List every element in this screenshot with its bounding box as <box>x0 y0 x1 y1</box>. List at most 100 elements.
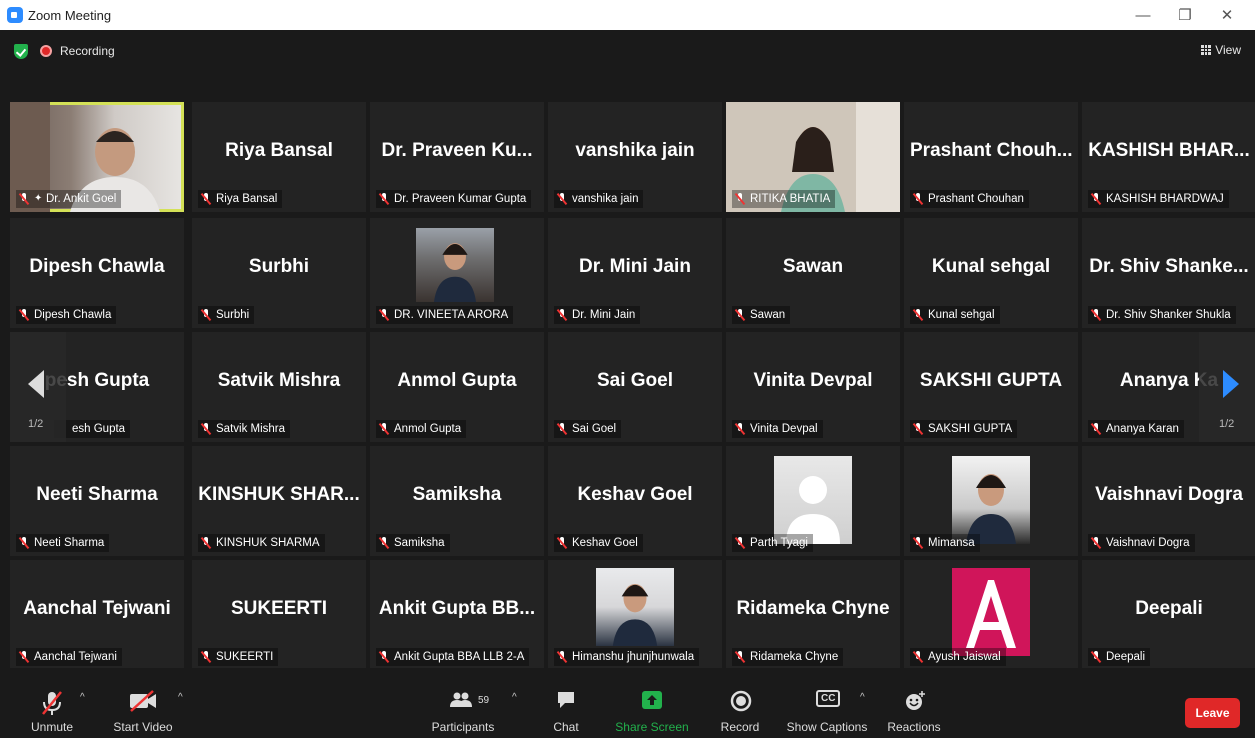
participant-tile[interactable]: Himanshu jhunjhunwala <box>548 560 722 670</box>
participant-tile[interactable]: Aanchal Tejwani Aanchal Tejwani <box>10 560 184 670</box>
participant-name-text: Dr. Mini Jain <box>572 309 636 321</box>
participant-name-text: Parth Tyagi <box>750 537 808 549</box>
participant-name-label: Mimansa <box>910 534 980 552</box>
start-video-button[interactable]: ^ Start Video <box>108 668 183 738</box>
participant-name-text: KASHISH BHARDWAJ <box>1106 193 1224 205</box>
participant-tile[interactable]: Riya Bansal Riya Bansal <box>192 102 366 212</box>
muted-mic-icon <box>378 651 390 663</box>
participant-name-label: Vaishnavi Dogra <box>1088 534 1195 552</box>
participant-display-name: Deepali <box>1135 598 1203 619</box>
window-title: Zoom Meeting <box>28 7 112 23</box>
participant-tile[interactable]: Dipesh Chawla Dipesh Chawla <box>10 218 184 328</box>
show-captions-button[interactable]: CC ^ Show Captions <box>784 668 870 738</box>
close-button[interactable]: ✕ <box>1209 0 1245 30</box>
muted-mic-icon <box>18 309 30 321</box>
participant-tile[interactable]: Mimansa <box>904 446 1078 556</box>
record-button[interactable]: Record <box>718 668 762 738</box>
participant-name-label: Ankit Gupta BBA LLB 2-A <box>376 648 530 666</box>
captions-options-caret-icon[interactable]: ^ <box>860 692 865 703</box>
participant-tile[interactable]: Sai Goel Sai Goel <box>548 332 722 442</box>
muted-mic-icon <box>1090 193 1102 205</box>
participant-tile[interactable]: Parth Tyagi <box>726 446 900 556</box>
participant-tile[interactable]: SUKEERTI SUKEERTI <box>192 560 366 670</box>
share-screen-label: Share Screen <box>615 720 689 734</box>
participant-name-label: DR. VINEETA ARORA <box>376 306 514 324</box>
muted-mic-icon <box>556 651 568 663</box>
video-options-caret-icon[interactable]: ^ <box>178 692 183 703</box>
muted-mic-icon <box>556 193 568 205</box>
muted-mic-icon <box>912 537 924 549</box>
participant-tile[interactable]: Sawan Sawan <box>726 218 900 328</box>
muted-mic-icon <box>200 193 212 205</box>
share-screen-button[interactable]: Share Screen <box>614 668 690 738</box>
view-button[interactable]: View <box>1201 43 1241 57</box>
muted-mic-icon <box>556 309 568 321</box>
participant-tile[interactable]: KINSHUK SHAR... KINSHUK SHARMA <box>192 446 366 556</box>
unmute-button[interactable]: ^ Unmute <box>22 668 85 738</box>
participant-tile[interactable]: Deepali Deepali <box>1082 560 1255 670</box>
security-shield-icon[interactable] <box>14 44 28 59</box>
participants-options-caret-icon[interactable]: ^ <box>512 692 517 703</box>
participant-tile[interactable]: Anmol Gupta Anmol Gupta <box>370 332 544 442</box>
participant-name-label: Aanchal Tejwani <box>16 648 122 666</box>
participant-tile[interactable]: KASHISH BHAR... KASHISH BHARDWAJ <box>1082 102 1255 212</box>
participant-name-label: KASHISH BHARDWAJ <box>1088 190 1229 208</box>
audio-options-caret-icon[interactable]: ^ <box>80 692 85 703</box>
muted-mic-icon <box>556 423 568 435</box>
previous-page-button[interactable]: 1/2 <box>10 332 66 442</box>
participant-name-text: Surbhi <box>216 309 250 321</box>
participant-display-name: Aanchal Tejwani <box>23 598 171 619</box>
participant-tile[interactable]: Vaishnavi Dogra Vaishnavi Dogra <box>1082 446 1255 556</box>
participant-tile[interactable]: Ayush Jaiswal <box>904 560 1078 670</box>
next-page-button[interactable]: 1/2 <box>1199 332 1255 442</box>
maximize-button[interactable]: ❐ <box>1167 0 1203 30</box>
participant-tile[interactable]: ···RITIKA BHATIA <box>726 102 900 212</box>
participant-tile[interactable]: Ankit Gupta BB... Ankit Gupta BBA LLB 2-A <box>370 560 544 670</box>
muted-mic-icon <box>200 309 212 321</box>
participant-name-label: RITIKA BHATIA <box>732 190 836 208</box>
participant-tile[interactable]: Ridameka Chyne Ridameka Chyne <box>726 560 900 670</box>
participant-tile[interactable]: Neeti Sharma Neeti Sharma <box>10 446 184 556</box>
muted-mic-icon <box>200 537 212 549</box>
participant-tile[interactable]: DR. VINEETA ARORA <box>370 218 544 328</box>
participant-tile[interactable]: Keshav Goel Keshav Goel <box>548 446 722 556</box>
participant-name-label: Ayush Jaiswal <box>910 648 1006 666</box>
participant-tile[interactable]: SAKSHI GUPTA SAKSHI GUPTA <box>904 332 1078 442</box>
participant-display-name: KASHISH BHAR... <box>1088 140 1250 161</box>
chat-button[interactable]: Chat <box>548 668 584 738</box>
participant-tile[interactable]: Prashant Chouh... Prashant Chouhan <box>904 102 1078 212</box>
participant-tile[interactable]: Vinita Devpal Vinita Devpal <box>726 332 900 442</box>
participant-tile[interactable]: ✦ Dr. Ankit Goel <box>10 102 184 212</box>
participant-name-text: Ankit Gupta BBA LLB 2-A <box>394 651 525 663</box>
page-indicator-right: 1/2 <box>1219 418 1235 430</box>
participant-display-name: Neeti Sharma <box>36 484 158 505</box>
participant-tile[interactable]: Satvik Mishra Satvik Mishra <box>192 332 366 442</box>
participant-tile[interactable]: vanshika jain vanshika jain <box>548 102 722 212</box>
participant-name-text: Deepali <box>1106 651 1145 663</box>
participant-tile[interactable]: Surbhi Surbhi <box>192 218 366 328</box>
participant-display-name: Satvik Mishra <box>217 370 341 391</box>
leave-button[interactable]: Leave <box>1185 698 1240 728</box>
participant-name-label: SAKSHI GUPTA <box>910 420 1018 438</box>
participant-name-text: Kunal sehgal <box>928 309 995 321</box>
reactions-button[interactable]: Reactions <box>884 668 944 738</box>
participant-tile[interactable]: Dr. Mini Jain Dr. Mini Jain <box>548 218 722 328</box>
participant-name-text: Prashant Chouhan <box>928 193 1024 205</box>
minimize-button[interactable]: — <box>1125 0 1161 30</box>
participants-button[interactable]: 59 ^ Participants <box>424 668 517 738</box>
closed-captions-icon: CC <box>816 690 841 707</box>
zoom-logo-icon <box>7 7 23 23</box>
participant-name-text: Riya Bansal <box>216 193 278 205</box>
participant-name-label: Parth Tyagi <box>732 534 813 552</box>
reactions-label: Reactions <box>887 720 941 734</box>
participant-name-label: Satvik Mishra <box>198 420 291 438</box>
recording-label: Recording <box>60 44 115 58</box>
participant-tile[interactable]: Dr. Shiv Shanke... Dr. Shiv Shanker Shukl… <box>1082 218 1255 328</box>
participant-display-name: SUKEERTI <box>230 598 328 619</box>
page-indicator-left: 1/2 <box>28 418 44 430</box>
participant-tile[interactable]: Kunal sehgal Kunal sehgal <box>904 218 1078 328</box>
participant-tile[interactable]: Samiksha Samiksha <box>370 446 544 556</box>
participant-name-text: Sai Goel <box>572 423 617 435</box>
participant-tile[interactable]: Dr. Praveen Ku... Dr. Praveen Kumar Gupta <box>370 102 544 212</box>
muted-mic-icon <box>378 423 390 435</box>
